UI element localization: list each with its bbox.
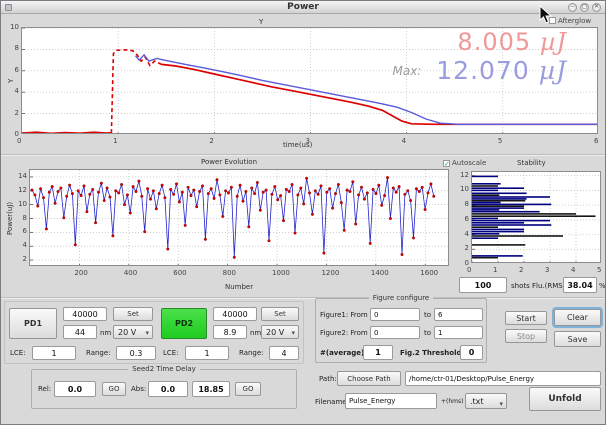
start-button[interactable]: Start — [505, 311, 547, 325]
filename-label: Filename: — [315, 398, 349, 406]
fig1-from-input[interactable] — [370, 308, 420, 321]
fig2-to-label: to — [424, 329, 431, 337]
rel-label: Rel: — [38, 385, 51, 393]
pd1-wavelength-input[interactable] — [63, 325, 97, 339]
pd2-nm-label: nm — [250, 329, 261, 337]
autoscale-checkbox[interactable]: ✓Autoscale — [443, 159, 486, 167]
threshold-input[interactable] — [460, 345, 483, 360]
path-label: Path: — [319, 375, 337, 383]
evolution-ylabel: Power(uJ) — [6, 202, 14, 235]
pd2-gain-input[interactable] — [213, 307, 257, 321]
pd1-button[interactable]: PD1 — [9, 308, 57, 339]
percent-label: % — [599, 282, 606, 290]
pd1-lce-input[interactable] — [32, 346, 76, 360]
pd1-lce-label: LCE: — [10, 349, 26, 357]
save-button[interactable]: Save — [554, 331, 601, 347]
abs-label: Abs: — [131, 385, 146, 393]
separator-bottom — [1, 297, 605, 299]
shots-label: shots — [511, 282, 530, 290]
unfold-button[interactable]: Unfold — [529, 387, 601, 411]
extension-value: .txt — [470, 397, 484, 406]
pd2-voltage-dropdown[interactable]: 20 V ▾ — [261, 325, 299, 339]
chevron-down-icon: ▾ — [499, 397, 503, 412]
trace-ylabel: Y — [7, 79, 15, 83]
window-title: Power — [1, 2, 605, 12]
chevron-down-icon: ▾ — [291, 327, 295, 340]
fig2-to-input[interactable] — [434, 326, 483, 339]
suffix-label: +(hms) — [441, 398, 463, 405]
pd1-range-input[interactable] — [116, 346, 156, 360]
title-bar[interactable]: Power – ▢ ✕ — [1, 1, 605, 14]
current-energy-value: 8.005 — [457, 28, 531, 56]
threshold-label: Fig.2 Threshold: — [400, 349, 464, 357]
evolution-chart[interactable] — [29, 169, 449, 266]
max-energy-value: 12.070 — [436, 56, 529, 85]
pd2-lce-input[interactable] — [185, 346, 229, 360]
pd1-nm-label: nm — [100, 329, 111, 337]
pd2-lce-label: LCE: — [163, 349, 179, 357]
average-input[interactable] — [363, 345, 393, 360]
pd2-set-button[interactable]: Set — [261, 307, 299, 321]
stop-button[interactable]: Stop — [505, 329, 547, 343]
autoscale-checkbox-label: Autoscale — [452, 159, 486, 167]
app-window: Power – ▢ ✕ Y Y 01234560246810 time(us) … — [0, 0, 606, 425]
separator-top — [1, 154, 605, 156]
pd2-button[interactable]: PD2 — [161, 308, 207, 339]
abs-go-button[interactable]: GO — [235, 382, 261, 396]
shots-input[interactable] — [459, 277, 507, 293]
maximize-button[interactable]: ▢ — [580, 3, 589, 12]
stability-title: Stability — [517, 159, 546, 167]
pd1-voltage-dropdown[interactable]: 20 V ▾ — [113, 325, 153, 339]
seed-delay-title: Seed2 Time Delay — [128, 365, 200, 373]
pd1-range-label: Range: — [86, 349, 111, 357]
evolution-xlabel: Number — [225, 283, 253, 291]
afterglow-checkbox[interactable]: Afterglow — [549, 17, 591, 25]
fig1-label: Figure1: From — [320, 311, 368, 319]
filename-input[interactable] — [345, 393, 437, 409]
fig2-label: Figure2: From — [320, 329, 368, 337]
abs-total-input[interactable] — [192, 381, 230, 397]
pd2-voltage-value: 20 V — [266, 328, 284, 337]
clear-button[interactable]: Clear — [554, 309, 601, 326]
extension-dropdown[interactable]: .txt ▾ — [465, 393, 507, 409]
trace-title: Y — [259, 18, 263, 26]
figure-configure-title: Figure configure — [369, 294, 434, 302]
evolution-title: Power Evolution — [201, 158, 257, 166]
current-energy-unit: µJ — [540, 28, 567, 56]
autoscale-checkbox-box[interactable]: ✓ — [443, 160, 450, 167]
pd2-wavelength-input[interactable] — [213, 325, 247, 339]
pd1-gain-input[interactable] — [63, 307, 107, 321]
fig1-to-input[interactable] — [434, 308, 483, 321]
choose-path-button[interactable]: Choose Path — [337, 371, 401, 386]
pd2-range-label: Range: — [239, 349, 264, 357]
max-label: Max: — [392, 64, 421, 78]
max-energy-readout: Max: 12.070 µJ — [392, 56, 567, 85]
max-energy-unit: µJ — [539, 56, 567, 85]
pd2-range-input[interactable] — [269, 346, 299, 360]
path-input[interactable] — [405, 371, 601, 386]
fig2-from-input[interactable] — [370, 326, 420, 339]
trace-xlabel: time(us) — [283, 141, 312, 149]
current-energy-readout: 8.005 µJ — [457, 28, 567, 56]
afterglow-checkbox-label: Afterglow — [558, 17, 591, 25]
pd1-voltage-value: 20 V — [118, 328, 136, 337]
chevron-down-icon: ▾ — [145, 327, 149, 340]
afterglow-checkbox-box[interactable] — [549, 17, 556, 24]
abs-input[interactable] — [148, 381, 188, 397]
stability-chart[interactable] — [471, 171, 601, 263]
fig1-to-label: to — [424, 311, 431, 319]
close-button[interactable]: ✕ — [592, 3, 601, 12]
minimize-button[interactable]: – — [568, 3, 577, 12]
average-label: #(average): — [320, 349, 367, 357]
rel-go-button[interactable]: GO — [102, 382, 126, 396]
flu-rms-input[interactable] — [563, 277, 597, 293]
rel-input[interactable] — [54, 381, 96, 397]
pd1-set-button[interactable]: Set — [113, 307, 153, 321]
